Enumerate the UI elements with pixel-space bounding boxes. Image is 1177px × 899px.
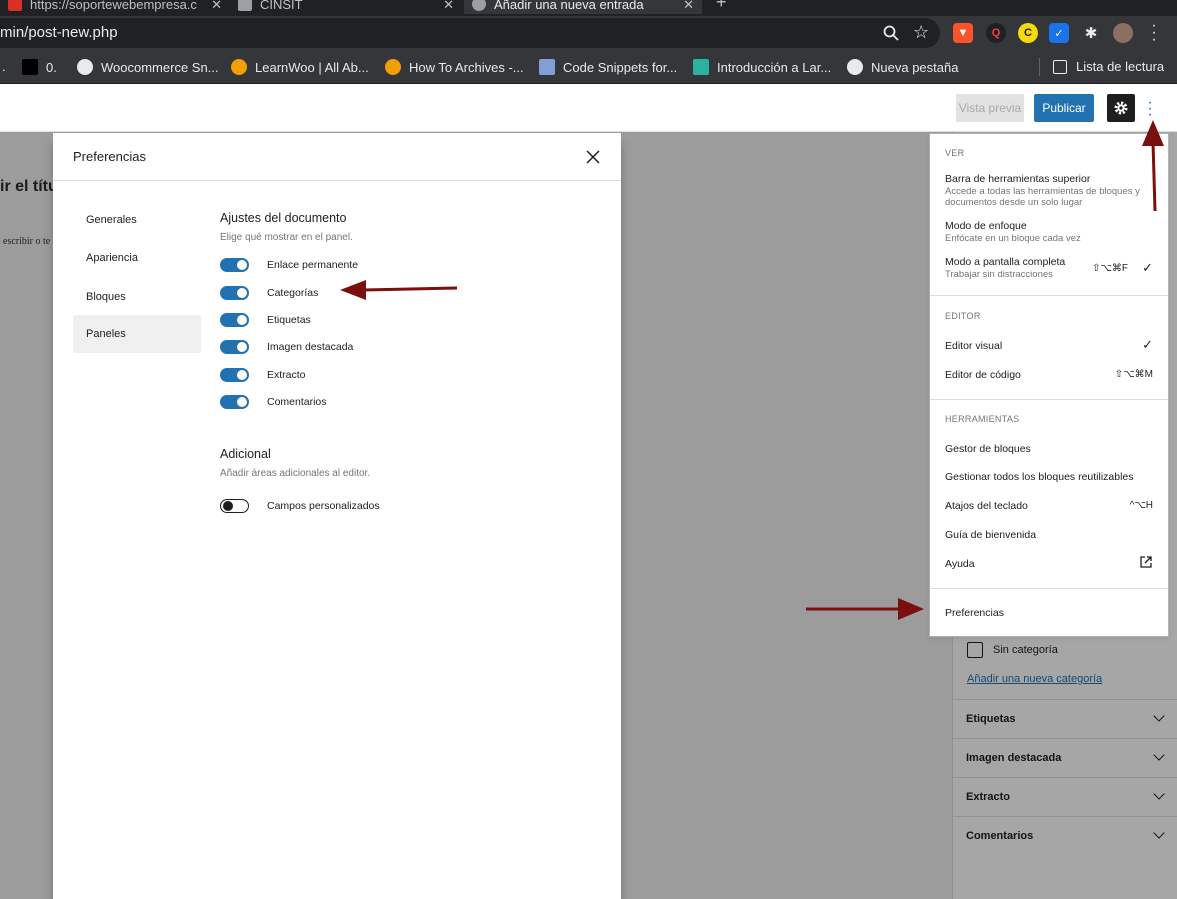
browser-tab[interactable]: https://soportewebempresa.c ✕: [0, 0, 230, 14]
bookmark-item[interactable]: How To Archives -...: [385, 59, 524, 75]
wordpress-favicon-icon: [472, 0, 486, 11]
toggle-row-custom-fields[interactable]: Campos personalizados: [220, 498, 380, 514]
address-bar[interactable]: min/post-new.php ☆: [0, 18, 940, 48]
url-text: min/post-new.php: [0, 24, 118, 41]
shortcut-fullscreen: ⇧⌥⌘F: [1091, 263, 1128, 274]
bookmarks-divider: [1039, 58, 1040, 76]
extension-icon[interactable]: C: [1018, 23, 1038, 43]
options-dropdown-menu: Ver Barra de herramientas superior Acced…: [929, 133, 1169, 637]
tab-bloques[interactable]: Bloques: [73, 278, 201, 316]
menu-item-focus-mode[interactable]: Modo de enfoque Enfócate en un bloque ca…: [945, 220, 1155, 244]
bookmark-icon: [693, 59, 709, 75]
menu-group-editor: Editor: [945, 311, 981, 321]
browser-tab-active[interactable]: Añadir una nueva entrada ✕: [464, 0, 702, 14]
preview-button[interactable]: Vista previa: [956, 94, 1024, 122]
profile-avatar[interactable]: [1113, 23, 1133, 43]
extension-icon[interactable]: Q: [986, 23, 1006, 43]
section-desc-document: Elige qué mostrar en el panel.: [220, 232, 353, 243]
tab-paneles[interactable]: Paneles: [73, 315, 201, 353]
browser-menu-icon[interactable]: · · ·: [1148, 18, 1160, 48]
menu-item-welcome-guide[interactable]: Guía de bienvenida: [945, 529, 1155, 541]
menu-group-view: Ver: [945, 148, 965, 158]
menu-divider: [930, 295, 1168, 296]
toggle-switch[interactable]: [220, 395, 249, 409]
options-menu-button[interactable]: · · ·: [1142, 94, 1158, 123]
menu-item-reusable-blocks[interactable]: Gestionar todos los bloques reutilizable…: [945, 471, 1155, 483]
browser-tab[interactable]: CINSIT ✕: [230, 0, 462, 14]
toggle-row-comments[interactable]: Comentarios: [220, 394, 327, 410]
puzzle-extensions-icon[interactable]: ✱: [1081, 23, 1101, 43]
bookmark-icon: [385, 59, 401, 75]
menu-item-keyboard-shortcuts[interactable]: Atajos del teclado: [945, 500, 1155, 512]
settings-button[interactable]: [1107, 94, 1135, 122]
bookmark-item[interactable]: Woocommerce Sn...: [77, 59, 219, 75]
close-tab-icon[interactable]: ✕: [443, 0, 454, 13]
bookmark-icon: [22, 59, 38, 75]
toggle-row-featured-image[interactable]: Imagen destacada: [220, 339, 353, 355]
toggle-switch[interactable]: [220, 340, 249, 354]
preferences-modal: Preferencias Generales Apariencia Bloque…: [53, 133, 621, 899]
browser-tab-strip: https://soportewebempresa.c ✕ CINSIT ✕ A…: [0, 0, 1177, 16]
section-title-additional: Adicional: [220, 447, 271, 461]
close-icon[interactable]: [585, 149, 601, 165]
menu-item-top-toolbar[interactable]: Barra de herramientas superior Accede a …: [945, 173, 1155, 208]
toggle-switch[interactable]: [220, 368, 249, 382]
toggle-row-categories[interactable]: Categorías: [220, 285, 318, 301]
bookmark-item[interactable]: 0.: [22, 59, 57, 75]
menu-item-block-manager[interactable]: Gestor de bloques: [945, 443, 1155, 455]
toggle-switch[interactable]: [220, 258, 249, 272]
toggle-switch[interactable]: [220, 286, 249, 300]
zoom-icon[interactable]: [882, 24, 900, 42]
bookmark-icon: [231, 59, 247, 75]
gear-icon: [1114, 101, 1128, 115]
tab-apariencia[interactable]: Apariencia: [73, 239, 201, 277]
bookmark-star-icon[interactable]: ☆: [913, 22, 929, 43]
menu-divider: [930, 399, 1168, 400]
favicon-icon: [238, 0, 252, 11]
bookmark-item[interactable]: LearnWoo | All Ab...: [231, 59, 369, 75]
bookmark-item[interactable]: Introducción a Lar...: [693, 59, 831, 75]
bookmark-item[interactable]: Code Snippets for...: [539, 59, 677, 75]
extension-icon[interactable]: ✓: [1049, 23, 1069, 43]
toggle-switch[interactable]: [220, 313, 249, 327]
shortcut-code-editor: ⇧⌥⌘M: [1114, 369, 1153, 380]
brave-shield-icon[interactable]: ▼: [953, 23, 973, 43]
modal-title: Preferencias: [73, 149, 146, 164]
close-tab-icon[interactable]: ✕: [683, 0, 694, 13]
favicon-icon: [8, 0, 22, 11]
toggle-row-permalink[interactable]: Enlace permanente: [220, 257, 358, 273]
menu-item-help[interactable]: Ayuda: [945, 558, 1155, 570]
close-tab-icon[interactable]: ✕: [211, 0, 222, 13]
bookmark-item[interactable]: .: [2, 59, 6, 74]
toggle-row-tags[interactable]: Etiquetas: [220, 312, 311, 328]
publish-button[interactable]: Publicar: [1034, 94, 1094, 122]
bookmark-item[interactable]: Nueva pestaña: [847, 59, 958, 75]
menu-item-visual-editor[interactable]: Editor visual: [945, 340, 1155, 352]
globe-icon: [847, 59, 863, 75]
toggle-switch[interactable]: [220, 499, 249, 513]
menu-group-tools: Herramientas: [945, 414, 1020, 424]
menu-item-preferences[interactable]: Preferencias: [945, 607, 1155, 619]
woo-icon: [539, 59, 555, 75]
section-desc-additional: Añadir áreas adicionales al editor.: [220, 468, 371, 479]
modal-header: Preferencias: [53, 133, 621, 181]
toggle-row-excerpt[interactable]: Extracto: [220, 367, 306, 383]
check-icon: ✓: [1142, 337, 1153, 352]
external-link-icon: [1140, 556, 1152, 568]
shortcut-keyboard: ^⌥H: [1129, 500, 1153, 511]
check-icon: ✓: [1142, 260, 1153, 275]
wordpress-icon: [77, 59, 93, 75]
menu-divider: [930, 588, 1168, 589]
tab-generales[interactable]: Generales: [73, 201, 201, 239]
editor-header: Vista previa Publicar · · ·: [0, 84, 1177, 132]
new-tab-icon[interactable]: +: [716, 0, 727, 13]
bookmarks-bar: . 0. Woocommerce Sn... LearnWoo | All Ab…: [0, 50, 1177, 84]
reading-list[interactable]: Lista de lectura: [1053, 59, 1164, 74]
reading-list-icon: [1053, 59, 1067, 74]
section-title-document: Ajustes del documento: [220, 211, 347, 225]
